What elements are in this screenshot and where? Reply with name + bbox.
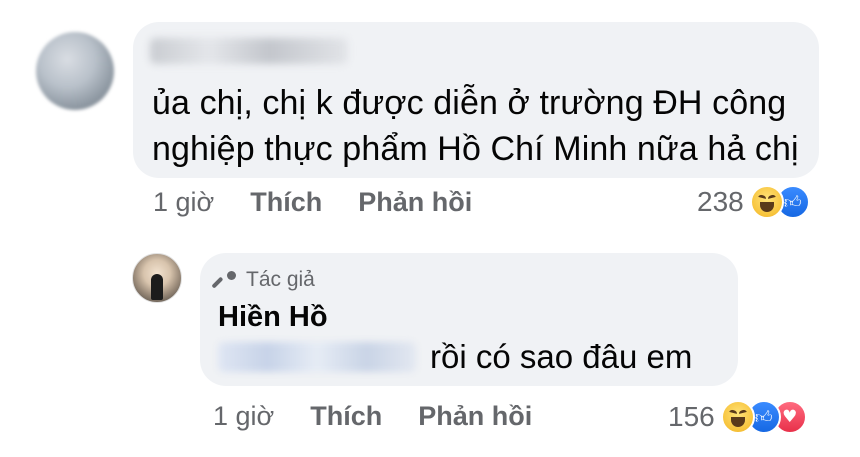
reply-timestamp[interactable]: 1 giờ — [213, 401, 274, 432]
commenter-name-blurred[interactable] — [150, 38, 348, 64]
microphone-icon — [218, 270, 238, 290]
comment-text: ủa chị, chị k được diễn ở trường ĐH công… — [152, 84, 799, 168]
reply-author-name[interactable]: Hiền Hồ — [218, 301, 328, 334]
comment-actions: 1 giờ Thích Phản hồi — [153, 187, 508, 218]
commenter-avatar[interactable] — [36, 32, 114, 110]
author-badge-label: Tác giả — [246, 268, 315, 291]
author-avatar[interactable] — [132, 253, 182, 303]
comment-like-button[interactable]: Thích — [250, 187, 322, 218]
author-badge: Tác giả — [218, 268, 315, 292]
mention-blurred[interactable] — [218, 342, 416, 372]
comment-reactions[interactable]: 238 👍︎ — [697, 185, 810, 219]
reply-like-button[interactable]: Thích — [310, 401, 382, 432]
comment-timestamp[interactable]: 1 giờ — [153, 187, 214, 218]
haha-reaction-icon — [749, 185, 784, 219]
reply-reply-button[interactable]: Phản hồi — [418, 401, 532, 432]
comment-reaction-count: 238 — [697, 186, 744, 217]
reply-reactions[interactable]: 156 👍︎ ♥ — [668, 400, 807, 434]
reply-actions: 1 giờ Thích Phản hồi — [213, 401, 568, 432]
haha-reaction-icon — [720, 400, 755, 434]
comment-reply-button[interactable]: Phản hồi — [358, 187, 472, 218]
reply-text: rồi có sao đâu em — [430, 338, 693, 375]
reply-reaction-count: 156 — [668, 401, 715, 432]
